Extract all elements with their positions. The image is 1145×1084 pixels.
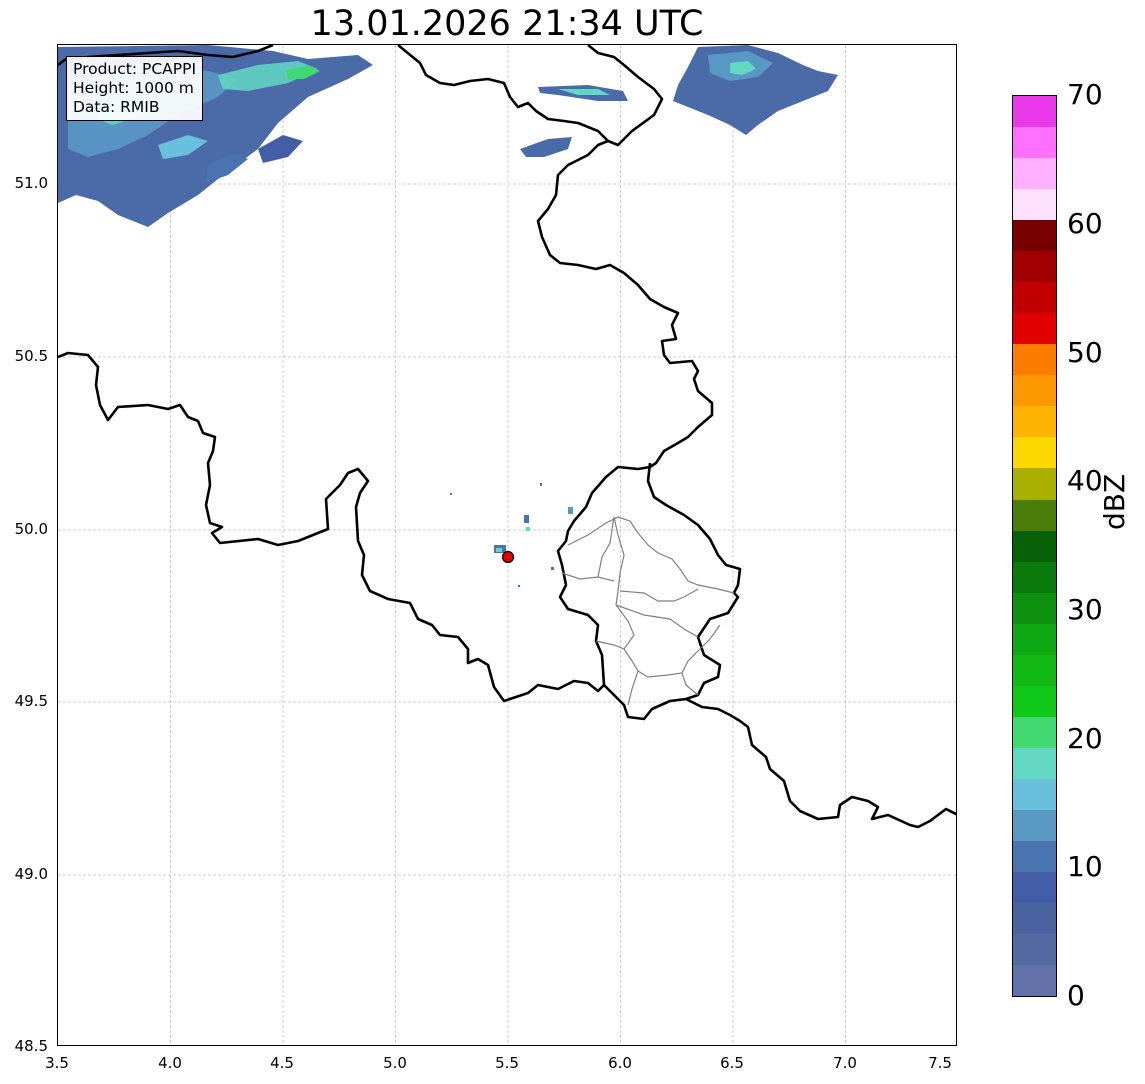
map-canvas [58,45,956,1045]
colorbar-segment [1013,468,1056,500]
y-tick-label: 51.0 [14,174,48,192]
product-label: Product: PCAPPI [73,60,197,78]
x-tick-label: 4.0 [158,1054,182,1072]
colorbar-segment [1013,375,1056,407]
colorbar-segment [1013,840,1056,872]
colorbar-segment [1013,499,1056,531]
y-tick-label: 50.0 [14,520,48,538]
colorbar-tick-label: 0 [1067,979,1085,1012]
data-source-label: Data: RMIB [73,98,160,116]
x-tick-label: 4.5 [270,1054,294,1072]
colorbar-segment [1013,716,1056,748]
colorbar-segment [1013,313,1056,345]
y-tick-label: 50.5 [14,347,48,365]
france-germany-border [685,697,956,829]
belgium-france-border [58,351,605,703]
colorbar-segment [1013,344,1056,376]
colorbar-segment [1013,871,1056,903]
product-info-box: Product: PCAPPI Height: 1000 m Data: RMI… [66,56,204,121]
y-tick-label: 49.0 [14,865,48,883]
x-tick-label: 6.5 [720,1054,744,1072]
x-tick-label: 3.5 [45,1054,69,1072]
colorbar-tick-label: 30 [1067,593,1103,626]
colorbar-segment [1013,561,1056,593]
colorbar-segment [1013,530,1056,562]
colorbar-segment [1013,406,1056,438]
colorbar-segment [1013,282,1056,314]
colorbar-segment [1013,127,1056,159]
colorbar-segment [1013,158,1056,190]
colorbar-segment [1013,189,1056,221]
x-tick-label: 5.0 [383,1054,407,1072]
province-borders [561,516,735,706]
y-tick-label: 49.5 [14,692,48,710]
x-tick-label: 7.5 [928,1054,952,1072]
colorbar [1012,95,1057,997]
x-tick-label: 7.0 [833,1054,857,1072]
colorbar-segment [1013,809,1056,841]
colorbar-tick-label: 60 [1067,207,1103,240]
colorbar-segment [1013,96,1056,128]
colorbar-label: dBZ [1098,473,1131,530]
colorbar-tick-label: 20 [1067,722,1103,755]
colorbar-segment [1013,933,1056,965]
colorbar-segment [1013,623,1056,655]
radar-map[interactable] [57,44,957,1046]
colorbar-segment [1013,902,1056,934]
precipitation-echoes [58,45,838,587]
colorbar-tick-label: 70 [1067,78,1103,111]
colorbar-segment [1013,654,1056,686]
colorbar-tick-label: 50 [1067,336,1103,369]
colorbar-segment [1013,747,1056,779]
map-title: 13.01.2026 21:34 UTC [310,4,704,44]
x-tick-label: 6.0 [608,1054,632,1072]
colorbar-segment [1013,251,1056,283]
colorbar-segment [1013,964,1056,996]
colorbar-segment [1013,220,1056,252]
radar-site-marker[interactable] [501,550,515,564]
y-tick-label: 48.5 [14,1037,48,1055]
colorbar-segment [1013,437,1056,469]
colorbar-segment [1013,685,1056,717]
colorbar-segment [1013,778,1056,810]
colorbar-segment [1013,592,1056,624]
x-tick-label: 5.5 [495,1054,519,1072]
colorbar-tick-label: 10 [1067,850,1103,883]
height-label: Height: 1000 m [73,79,194,97]
